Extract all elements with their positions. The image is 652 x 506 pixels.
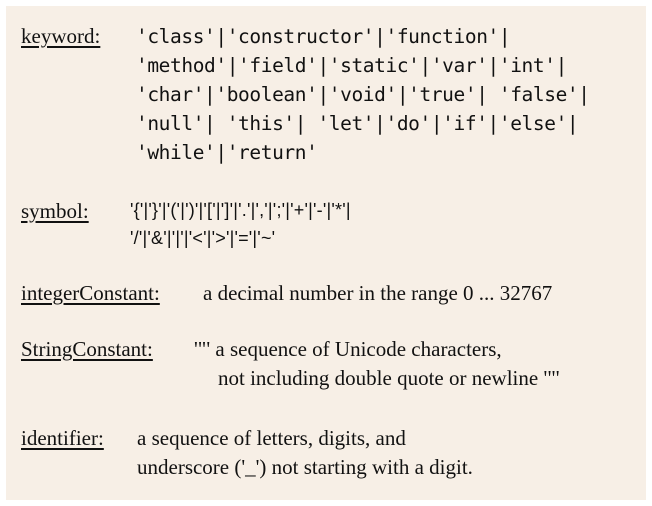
integer-constant-label: integerConstant:	[21, 281, 160, 305]
keyword-line-4: 'null'| 'this'| 'let'|'do'|'if'|'else'|	[136, 112, 579, 135]
string-constant-line-2: not including double quote or newline '"…	[218, 366, 560, 390]
keyword-line-2: 'method'|'field'|'static'|'var'|'int'|	[136, 54, 567, 77]
symbol-label: symbol:	[21, 199, 89, 223]
keyword-line-5: 'while'|'return'	[136, 141, 318, 164]
symbol-line-1: '{'|'}'|'('|')'|'['|']'|'.'|','|';'|'+'|…	[130, 200, 351, 220]
keyword-line-1: 'class'|'constructor'|'function'|	[136, 25, 511, 48]
identifier-label: identifier:	[21, 426, 104, 450]
identifier-line-1: a sequence of letters, digits, and	[137, 426, 406, 450]
keyword-label: keyword:	[21, 24, 101, 48]
grammar-lexical-elements-panel: keyword: 'class'|'constructor'|'function…	[6, 6, 646, 500]
string-constant-line-1: '"' a sequence of Unicode characters,	[194, 337, 502, 361]
identifier-line-2: underscore ('_') not starting with a dig…	[137, 455, 473, 479]
string-constant-label: StringConstant:	[21, 337, 153, 361]
symbol-line-2: '/'|'&'|'|'|'<'|'>'|'='|'~'	[130, 228, 276, 248]
integer-constant-description: a decimal number in the range 0 ... 3276…	[203, 281, 553, 305]
keyword-line-3: 'char'|'boolean'|'void'|'true'| 'false'|	[136, 83, 590, 106]
